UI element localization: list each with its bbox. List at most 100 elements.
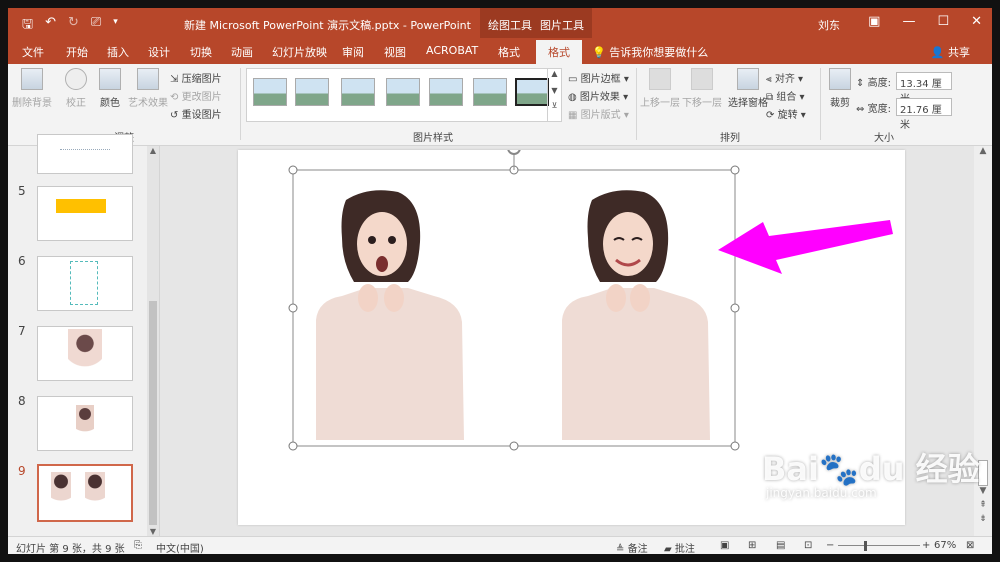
next-slide-icon[interactable]: ⇟: [974, 514, 992, 524]
magenta-arrow-icon: [718, 220, 893, 274]
title-bar: 🖫 ↶ ↻ ⎚ ▾ 新建 Microsoft PowerPoint 演示文稿.p…: [8, 8, 992, 38]
pane-scroll-thumb[interactable]: [149, 301, 157, 525]
slide-sorter-icon[interactable]: ⊞: [748, 540, 756, 551]
chevron-down-icon[interactable]: ▼: [548, 86, 561, 95]
compress-pictures-button[interactable]: ⇲ 压缩图片: [170, 70, 222, 85]
minimize-icon[interactable]: —: [902, 14, 915, 29]
language-indicator[interactable]: 中文(中国): [156, 540, 204, 554]
woman-smiling-image[interactable]: [562, 190, 710, 440]
tab-animations[interactable]: 动画: [231, 44, 253, 60]
present-icon[interactable]: ⎚: [91, 15, 101, 37]
style-thumbnail[interactable]: [341, 78, 375, 106]
pane-scrollbar[interactable]: ▲ ▼: [147, 146, 159, 536]
woman-surprised-image[interactable]: [316, 190, 464, 440]
tab-format-picture[interactable]: 格式: [536, 40, 582, 64]
context-picture-tools: 图片工具: [532, 8, 592, 38]
width-value: 21.76 厘米: [900, 105, 942, 131]
normal-view-icon[interactable]: ▣: [720, 540, 729, 551]
tab-file[interactable]: 文件: [22, 44, 44, 60]
close-icon[interactable]: ✕: [971, 14, 982, 29]
slide-thumbnail-7[interactable]: [37, 326, 133, 381]
width-field[interactable]: 21.76 厘米: [896, 98, 952, 131]
color-button[interactable]: 颜色: [90, 68, 130, 109]
user-name[interactable]: 刘东: [818, 17, 840, 33]
tab-acrobat[interactable]: ACROBAT: [426, 44, 478, 57]
reading-view-icon[interactable]: ▤: [776, 540, 785, 551]
baidu-watermark: Bai🐾du 经验 jingyan.baidu.com: [762, 452, 980, 500]
zoom-out-icon[interactable]: −: [826, 540, 834, 551]
slide-thumbnail-6[interactable]: [37, 256, 133, 311]
gallery-scroll[interactable]: ▲ ▼ ⊻: [547, 69, 561, 121]
style-thumbnail[interactable]: [515, 78, 549, 106]
style-thumbnail[interactable]: [386, 78, 420, 106]
share-button[interactable]: 👤 共享: [931, 44, 970, 60]
tab-slideshow[interactable]: 幻灯片放映: [272, 44, 327, 60]
zoom-slider[interactable]: [838, 545, 920, 546]
notes-button[interactable]: ≜ 备注: [616, 540, 648, 554]
slideshow-icon[interactable]: ⊡: [804, 540, 812, 551]
artistic-effects-button[interactable]: 艺术效果: [128, 68, 168, 109]
scroll-up-icon[interactable]: ▲: [147, 146, 159, 155]
style-thumbnail[interactable]: [429, 78, 463, 106]
selection-pane-button[interactable]: 选择窗格: [724, 68, 772, 109]
corrections-label: 校正: [66, 98, 86, 109]
tab-review[interactable]: 审阅: [342, 44, 364, 60]
style-thumbnail[interactable]: [295, 78, 329, 106]
redo-icon[interactable]: ↻: [68, 15, 79, 37]
bring-forward-button[interactable]: 上移一层: [640, 68, 680, 109]
maximize-icon[interactable]: ☐: [937, 14, 949, 29]
tab-home[interactable]: 开始: [66, 44, 88, 60]
slide-number: 8: [18, 394, 26, 408]
gallery-more-icon[interactable]: ⊻: [548, 101, 561, 110]
zoom-slider-thumb[interactable]: [864, 541, 867, 551]
tab-insert[interactable]: 插入: [107, 44, 129, 60]
slide-thumbnail-9[interactable]: [37, 464, 133, 522]
style-thumbnail[interactable]: [253, 78, 287, 106]
remove-background-button[interactable]: 删除背景: [12, 68, 52, 109]
color-icon: [99, 68, 121, 90]
slide-thumbnail-5[interactable]: [37, 186, 133, 241]
undo-icon[interactable]: ↶: [45, 15, 56, 37]
align-label: 对齐: [774, 74, 795, 85]
prev-slide-icon[interactable]: ⇞: [974, 500, 992, 510]
slide-thumbnail-8[interactable]: [37, 396, 133, 451]
picture-styles-gallery[interactable]: ▲ ▼ ⊻: [246, 68, 562, 122]
save-icon[interactable]: 🖫: [22, 15, 33, 37]
picture-effects-button[interactable]: ◍ 图片效果 ▾: [568, 88, 628, 103]
crop-button[interactable]: 裁剪: [820, 68, 860, 109]
height-label-text: 高度:: [867, 78, 891, 89]
height-field[interactable]: 13.34 厘米: [896, 72, 952, 105]
tab-design[interactable]: 设计: [148, 44, 170, 60]
chevron-up-icon[interactable]: ▲: [548, 69, 561, 78]
scroll-up-icon[interactable]: ▲: [974, 146, 992, 156]
slide-thumbnail-partial[interactable]: [37, 134, 133, 174]
customize-qat-icon[interactable]: ▾: [113, 17, 118, 37]
fit-to-window-icon[interactable]: ⊠: [966, 540, 974, 551]
change-picture-button[interactable]: ⟲ 更改图片: [170, 88, 222, 103]
tab-format-drawing[interactable]: 格式: [498, 44, 520, 60]
zoom-level[interactable]: 67%: [934, 540, 956, 551]
rotate-button[interactable]: ⟳ 旋转 ▾: [766, 106, 806, 121]
zoom-in-icon[interactable]: +: [922, 540, 930, 551]
group-button[interactable]: ⧉ 组合 ▾: [766, 88, 805, 103]
style-thumbnail[interactable]: [473, 78, 507, 106]
comments-button[interactable]: ▰ 批注: [664, 540, 695, 554]
scroll-down-icon[interactable]: ▼: [147, 527, 159, 536]
crop-icon: [829, 68, 851, 90]
picture-border-button[interactable]: ▭ 图片边框 ▾: [568, 70, 629, 85]
change-picture-icon: ⟲: [170, 92, 179, 103]
align-button[interactable]: ⫷ 对齐 ▾: [766, 70, 803, 85]
comments-label: 批注: [674, 544, 695, 554]
spellcheck-icon[interactable]: ⎘: [134, 540, 142, 551]
reset-picture-button[interactable]: ↺ 重设图片: [170, 106, 222, 121]
tab-view[interactable]: 视图: [384, 44, 406, 60]
tab-transitions[interactable]: 切换: [190, 44, 212, 60]
rotate-handle-icon[interactable]: [507, 141, 521, 155]
send-backward-button[interactable]: 下移一层: [682, 68, 722, 109]
paw-icon: 🐾: [818, 450, 859, 488]
group-icon: ⧉: [766, 92, 774, 103]
picture-layout-button[interactable]: ▦ 图片版式 ▾: [568, 106, 629, 121]
ribbon-display-icon[interactable]: ▣: [868, 14, 880, 29]
artistic-effects-label: 艺术效果: [128, 98, 168, 109]
tell-me-box[interactable]: 💡 告诉我你想要做什么: [592, 44, 708, 60]
